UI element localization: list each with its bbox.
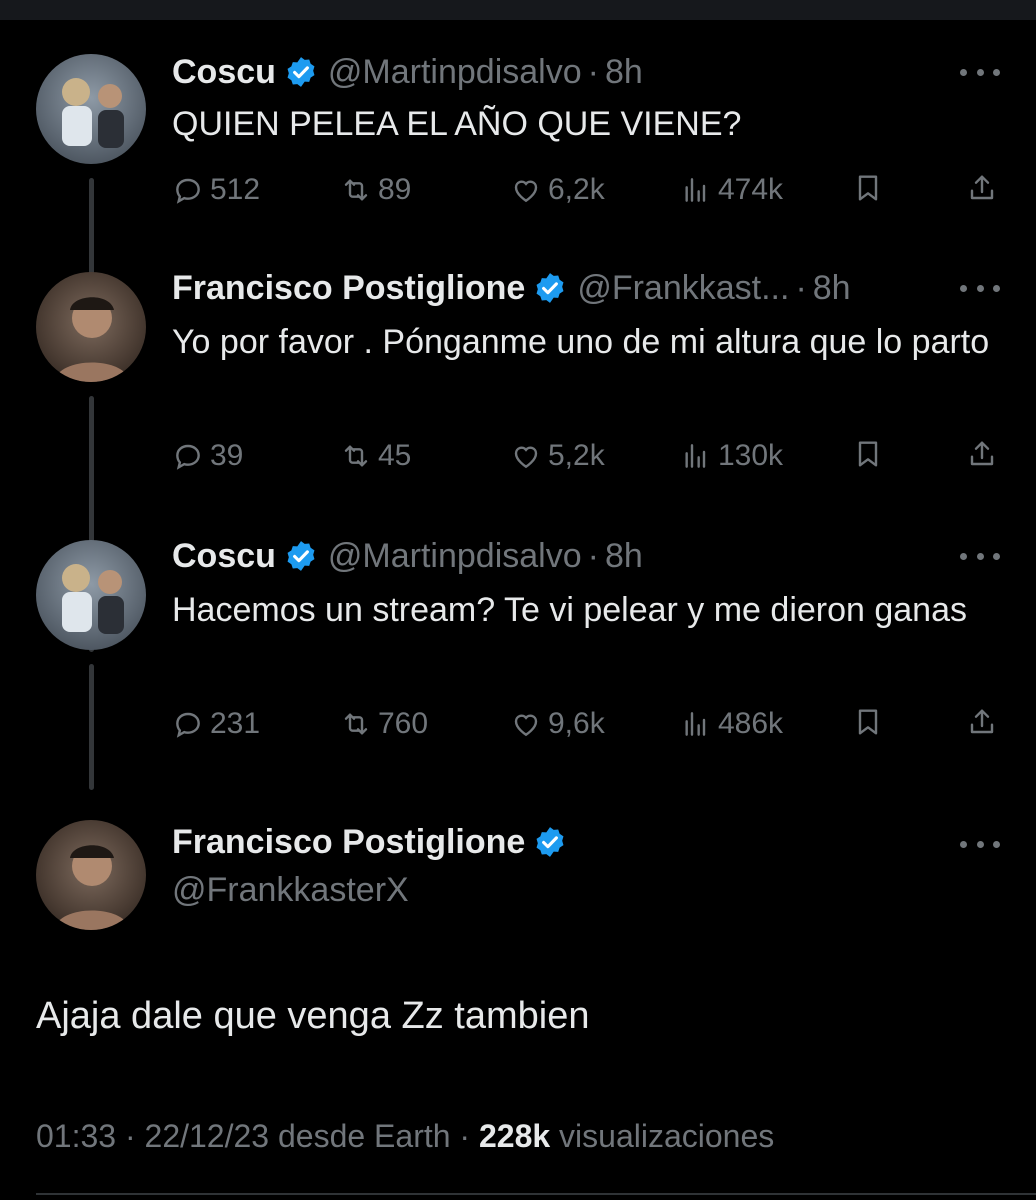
avatar-coscu[interactable]	[36, 54, 146, 164]
reply-count: 512	[210, 173, 261, 206]
views-icon	[685, 444, 706, 468]
views-button[interactable]: 130k	[680, 436, 783, 476]
separator: ·	[795, 268, 807, 307]
reply-count: 39	[210, 439, 244, 472]
like-icon	[514, 446, 538, 469]
tweet-source: desde Earth	[277, 1118, 451, 1154]
share-icon[interactable]	[966, 172, 998, 209]
separator: ·	[124, 1118, 136, 1154]
more-icon[interactable]	[960, 544, 1000, 568]
thread-line	[89, 664, 94, 790]
retweet-icon	[344, 713, 368, 735]
separator: ·	[587, 52, 599, 91]
reply-count: 231	[210, 707, 261, 740]
reply-icon	[176, 178, 200, 204]
tweet-date[interactable]: 22/12/23	[145, 1118, 270, 1154]
views-count: 130k	[718, 439, 784, 472]
views-button[interactable]: 486k	[680, 704, 783, 744]
retweet-button[interactable]: 45	[340, 436, 411, 476]
action-bar: 512 89 6,2k 474k	[172, 170, 1002, 210]
separator: ·	[459, 1118, 471, 1154]
views-button[interactable]: 474k	[680, 170, 783, 210]
retweet-count: 45	[378, 439, 412, 472]
views-total: 228k	[478, 1118, 551, 1154]
reply-button[interactable]: 231	[172, 704, 260, 744]
retweet-icon	[344, 179, 368, 201]
retweet-button[interactable]: 89	[340, 170, 411, 210]
bookmark-icon[interactable]	[852, 438, 884, 475]
bookmark-icon[interactable]	[852, 172, 884, 209]
like-count: 6,2k	[548, 173, 605, 206]
more-icon[interactable]	[960, 276, 1000, 300]
author-name[interactable]: Francisco Postiglione	[172, 269, 525, 308]
divider	[36, 1193, 1036, 1195]
avatar-francisco[interactable]	[36, 820, 146, 930]
author-handle[interactable]: @FrankkasterX	[172, 871, 409, 910]
bookmark-icon[interactable]	[852, 706, 884, 743]
verified-badge-icon	[287, 57, 315, 87]
retweet-count: 89	[378, 173, 412, 206]
share-icon[interactable]	[966, 438, 998, 475]
author-name[interactable]: Coscu	[172, 537, 276, 576]
views-icon	[685, 712, 706, 736]
reply-button[interactable]: 39	[172, 436, 243, 476]
action-bar: 231 760 9,6k 486k	[172, 704, 1002, 744]
like-count: 9,6k	[548, 707, 605, 740]
views-count: 486k	[718, 707, 784, 740]
action-bar: 39 45 5,2k 130k	[172, 436, 1002, 476]
timestamp[interactable]: 8h	[813, 269, 851, 308]
top-bar	[0, 0, 1036, 20]
like-button[interactable]: 6,2k	[510, 170, 605, 210]
verified-badge-icon	[536, 827, 564, 857]
timestamp[interactable]: 8h	[605, 537, 643, 576]
author-handle[interactable]: @Martinpdisalvo	[328, 537, 582, 576]
author-handle[interactable]: @Martinpdisalvo	[328, 53, 582, 92]
reply-icon	[176, 712, 200, 738]
avatar-coscu[interactable]	[36, 540, 146, 650]
tweet-text: QUIEN PELEA EL AÑO QUE VIENE?	[172, 105, 742, 143]
tweet-text: Yo por favor . Pónganme uno de mi altura…	[172, 323, 990, 361]
more-icon[interactable]	[960, 60, 1000, 84]
views-icon	[685, 178, 706, 202]
author-handle[interactable]: @Frankkast...	[577, 269, 789, 308]
reply-button[interactable]: 512	[172, 170, 260, 210]
verified-badge-icon	[287, 541, 315, 571]
main-tweet-text: Ajaja dale que venga Zz tambien	[36, 995, 590, 1037]
tweet-text: Hacemos un stream? Te vi pelear y me die…	[172, 591, 967, 629]
like-icon	[514, 714, 538, 737]
author-name[interactable]: Francisco Postiglione	[172, 823, 525, 862]
separator: ·	[587, 536, 599, 575]
retweet-button[interactable]: 760	[340, 704, 428, 744]
author-name[interactable]: Coscu	[172, 53, 276, 92]
retweet-count: 760	[378, 707, 429, 740]
like-button[interactable]: 5,2k	[510, 436, 605, 476]
views-label: visualizaciones	[559, 1118, 775, 1154]
timestamp[interactable]: 8h	[605, 53, 643, 92]
reply-icon	[176, 444, 200, 470]
avatar-francisco[interactable]	[36, 272, 146, 382]
verified-badge-icon	[536, 273, 564, 303]
tweet-time[interactable]: 01:33	[36, 1118, 116, 1154]
like-count: 5,2k	[548, 439, 605, 472]
share-icon[interactable]	[966, 706, 998, 743]
like-icon	[514, 180, 538, 203]
views-count: 474k	[718, 173, 784, 206]
more-icon[interactable]	[960, 832, 1000, 856]
like-button[interactable]: 9,6k	[510, 704, 605, 744]
retweet-icon	[344, 445, 368, 467]
tweet-meta: 01:33 · 22/12/23 desde Earth · 228k visu…	[36, 1118, 774, 1155]
